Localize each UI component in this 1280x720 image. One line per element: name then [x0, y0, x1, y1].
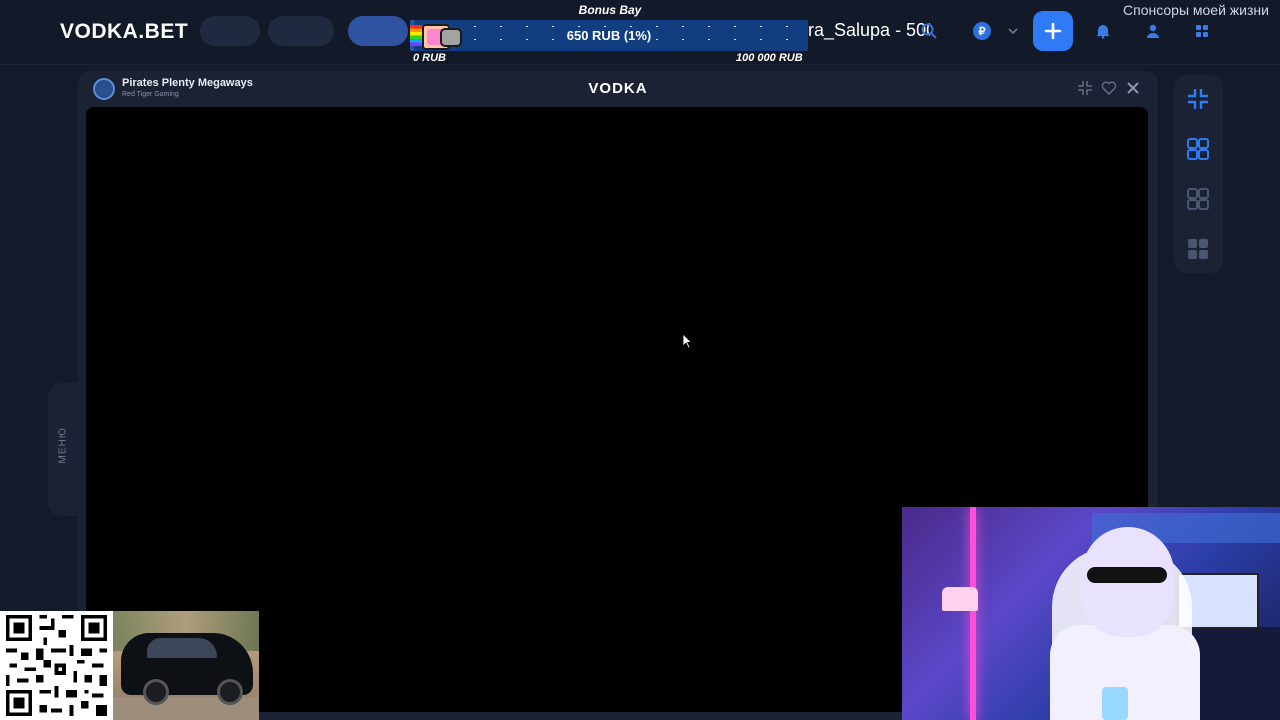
collapse-icon[interactable]	[1186, 87, 1210, 111]
grid-icon	[1196, 25, 1208, 37]
minimize-icon[interactable]	[1077, 80, 1093, 96]
side-menu-label: МЕНЮ	[57, 427, 69, 464]
site-logo[interactable]: VODKA.BET	[60, 20, 188, 44]
layout-rail	[1174, 75, 1223, 273]
donation-ticker: ra_Salupa - 500	[808, 20, 930, 40]
bonus-progress-bar: 650 RUB (1%)	[410, 20, 808, 51]
chevron-down-icon[interactable]	[1007, 26, 1019, 36]
bonus-title: Bonus Bay	[578, 3, 642, 17]
bell-icon	[1097, 25, 1109, 39]
currency-icon: ₽	[973, 22, 991, 40]
mouse-cursor-icon	[682, 333, 692, 349]
search-icon[interactable]	[920, 22, 938, 40]
nav-pill-active[interactable]	[348, 16, 408, 46]
bonus-max-label: 100 000 RUB	[736, 52, 803, 64]
notifications-button[interactable]	[1083, 14, 1123, 48]
nav-pill[interactable]	[200, 16, 260, 46]
plus-icon	[1044, 22, 1062, 40]
car-photo	[113, 611, 259, 720]
nav-pill[interactable]	[268, 16, 334, 46]
game-title: Pirates Plenty Megaways	[122, 77, 253, 89]
qr-code	[0, 611, 113, 720]
brand-logo: VODKA	[588, 80, 648, 97]
provider-logo-icon	[93, 78, 115, 100]
apps-button[interactable]	[1182, 14, 1222, 48]
layout-quad-icon[interactable]	[1186, 237, 1210, 261]
profile-button[interactable]	[1133, 14, 1173, 48]
layout-single-icon[interactable]	[1186, 137, 1210, 161]
deposit-button[interactable]	[1033, 11, 1073, 51]
webcam-overlay	[902, 507, 1280, 720]
heart-icon[interactable]	[1101, 80, 1117, 96]
game-provider: Red Tiger Gaming	[122, 91, 179, 98]
bonus-min-label: 0 RUB	[413, 52, 447, 64]
user-icon	[1147, 24, 1159, 38]
top-bar: VODKA.BET Bonus Bay 650 RUB (1%) 0 RUB 1…	[0, 0, 1280, 65]
close-icon[interactable]	[1125, 80, 1141, 96]
layout-double-icon[interactable]	[1186, 187, 1210, 211]
game-header: Pirates Plenty Megaways Red Tiger Gaming…	[78, 71, 1158, 107]
currency-selector[interactable]: ₽	[962, 14, 1002, 48]
side-menu-tab[interactable]: МЕНЮ	[48, 383, 78, 516]
bonus-value: 650 RUB (1%)	[566, 28, 652, 43]
